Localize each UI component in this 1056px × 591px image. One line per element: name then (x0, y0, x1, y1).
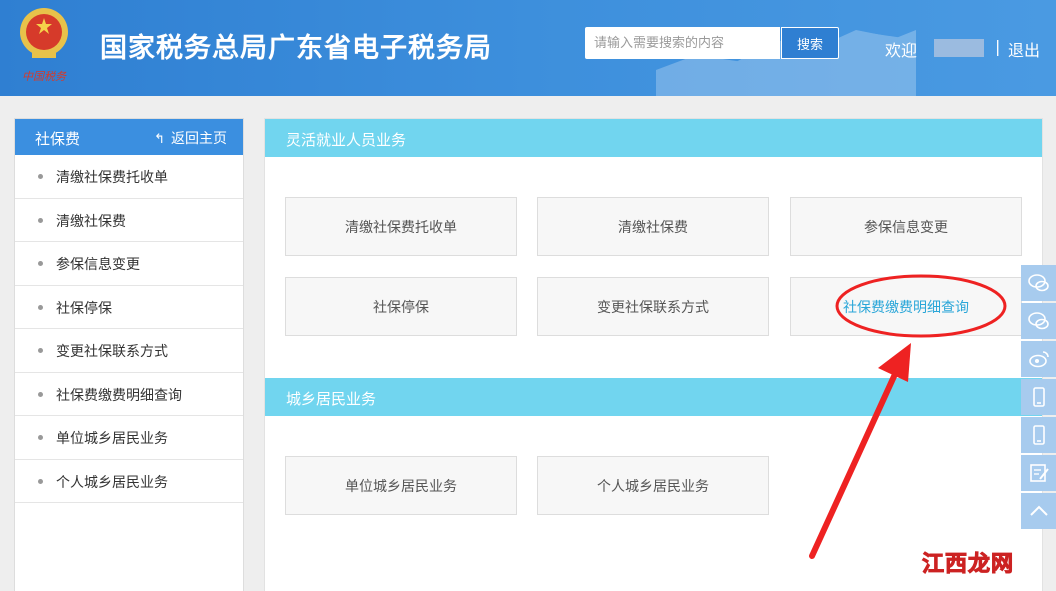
header-divider: | (995, 37, 1001, 56)
svg-text:中国税务: 中国税务 (22, 70, 67, 83)
floating-toolbar (1021, 265, 1056, 531)
sidebar-item-query[interactable]: 社保费缴费明细查询 (15, 373, 243, 416)
tile-personal-resident[interactable]: 个人城乡居民业务 (537, 456, 769, 515)
logout-link[interactable]: 退出 (1008, 37, 1040, 61)
sidebar-item-unit-resident[interactable]: 单位城乡居民业务 (15, 416, 243, 460)
back-home-link[interactable]: ↰ 返回主页 (154, 128, 227, 148)
weibo-icon[interactable] (1021, 341, 1056, 377)
tax-emblem-logo: 中国税务 (20, 8, 68, 83)
sidebar-title: 社保费 (35, 130, 81, 148)
bullet-icon (38, 217, 43, 223)
wechat-icon[interactable] (1021, 265, 1056, 301)
tile-bill[interactable]: 清缴社保费托收单 (285, 197, 517, 256)
bullet-icon (38, 261, 43, 266)
tile-pay[interactable]: 清缴社保费 (537, 197, 769, 256)
sidebar-item-personal-resident[interactable]: 个人城乡居民业务 (15, 460, 243, 503)
watermark-logo: 江西龙网 (918, 544, 1020, 578)
sidebar-item-bill[interactable]: 清缴社保费托收单 (15, 155, 243, 199)
bullet-icon (38, 435, 43, 440)
sidebar-item-info-change[interactable]: 参保信息变更 (15, 242, 243, 286)
sidebar-item-label: 社保费缴费明细查询 (56, 387, 182, 404)
section-header-resident: 城乡居民业务 (265, 378, 1042, 416)
tile-query[interactable]: 社保费缴费明细查询 (790, 277, 1022, 336)
bullet-icon (38, 478, 43, 484)
section-title: 灵活就业人员业务 (286, 131, 407, 149)
bullet-icon (38, 391, 43, 397)
watermark-text: 江西龙网 (921, 552, 1015, 578)
wechat-icon[interactable] (1021, 303, 1056, 339)
sidebar-item-label: 参保信息变更 (56, 257, 140, 273)
search-button[interactable]: 搜索 (781, 27, 839, 59)
sidebar-item-label: 社保停保 (56, 300, 112, 317)
sidebar-item-pay[interactable]: 清缴社保费 (15, 199, 243, 242)
site-header: 中国税务 国家税务总局广东省电子税务局 搜索 欢迎 | 退出 (0, 0, 1056, 96)
sidebar-item-label: 变更社保联系方式 (56, 344, 168, 360)
sidebar-header: 社保费 ↰ 返回主页 (15, 119, 243, 155)
bullet-icon (38, 304, 43, 310)
site-title: 国家税务总局广东省电子税务局 (100, 33, 492, 64)
back-to-top-icon[interactable] (1021, 493, 1056, 529)
mobile-icon[interactable] (1021, 417, 1056, 453)
sidebar-item-label: 单位城乡居民业务 (56, 431, 168, 447)
bullet-icon (38, 348, 43, 353)
main-panel: 灵活就业人员业务 清缴社保费托收单 清缴社保费 参保信息变更 社保停保 变更社保… (264, 118, 1043, 591)
back-home-label: 返回主页 (171, 131, 227, 147)
sidebar-item-label: 清缴社保费托收单 (56, 170, 168, 186)
section-header-flexible: 灵活就业人员业务 (265, 119, 1042, 157)
sidebar-item-label: 个人城乡居民业务 (56, 474, 168, 491)
tile-contact[interactable]: 变更社保联系方式 (537, 277, 769, 336)
tile-suspend[interactable]: 社保停保 (285, 277, 517, 336)
sidebar: 社保费 ↰ 返回主页 清缴社保费托收单 清缴社保费 参保信息变更 社保停保 变更社… (14, 118, 244, 591)
edit-icon[interactable] (1021, 455, 1056, 491)
welcome-text: 欢迎 (885, 41, 918, 60)
tile-unit-resident[interactable]: 单位城乡居民业务 (285, 456, 517, 515)
sidebar-item-contact[interactable]: 变更社保联系方式 (15, 329, 243, 373)
sidebar-item-suspend[interactable]: 社保停保 (15, 286, 243, 329)
mobile-icon[interactable] (1021, 379, 1056, 415)
return-arrow-icon: ↰ (154, 132, 165, 147)
sidebar-item-label: 清缴社保费 (56, 213, 126, 230)
search-input[interactable] (585, 27, 780, 59)
username-redacted (934, 39, 984, 57)
section-title: 城乡居民业务 (286, 390, 377, 408)
bullet-icon (38, 174, 43, 179)
tile-info-change[interactable]: 参保信息变更 (790, 197, 1022, 256)
